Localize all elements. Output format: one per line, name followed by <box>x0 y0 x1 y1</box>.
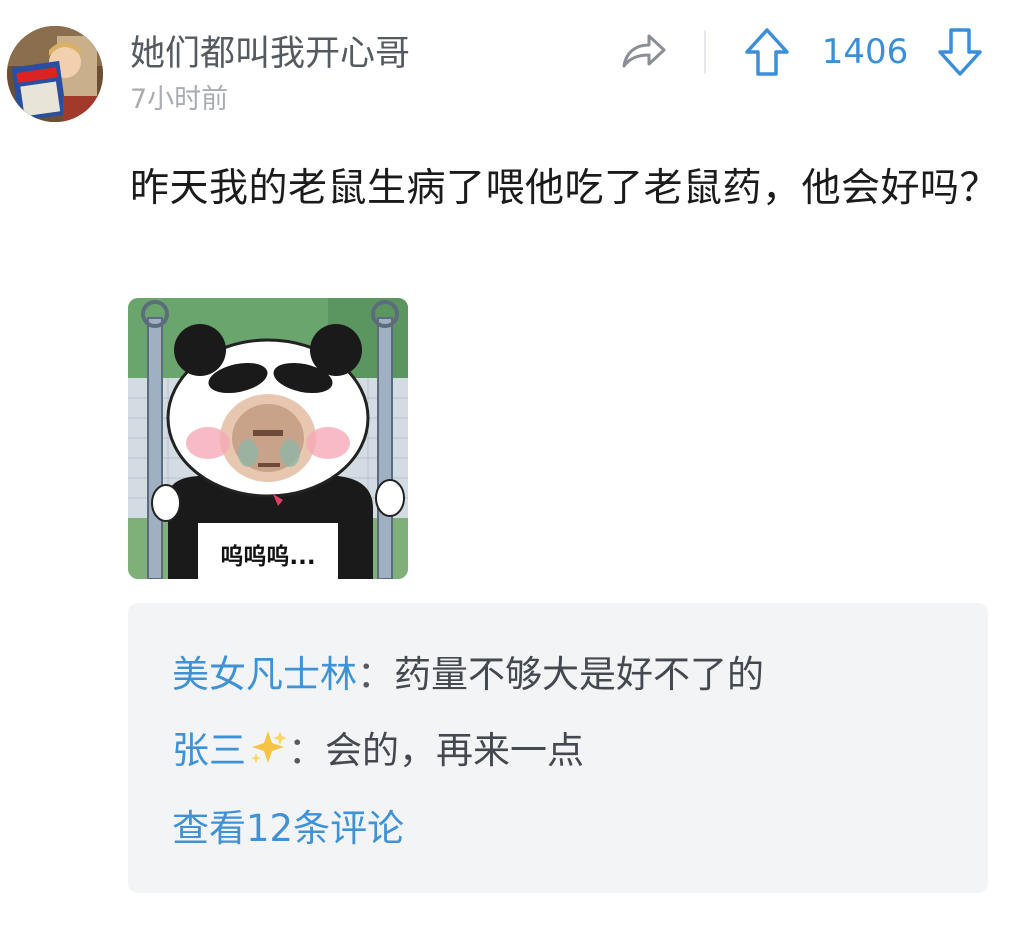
comment-item[interactable]: 张三 ：会的，再来一点 <box>172 727 584 775</box>
avatar[interactable] <box>7 26 103 122</box>
view-all-comments-link[interactable]: 查看12条评论 <box>172 805 404 853</box>
divider <box>704 30 706 74</box>
share-button[interactable] <box>618 26 670 78</box>
comment-preview-box[interactable]: 美女凡士林：药量不够大是好不了的 张三 ：会的，再来一点 查看12条评论 <box>128 603 988 893</box>
post-card: 她们都叫我开心哥 7小时前 1406 昨天我的老鼠生病了喂他吃了老鼠药，他会好吗… <box>0 0 1036 932</box>
vote-count: 1406 <box>821 32 909 72</box>
downvote-button[interactable] <box>934 24 986 80</box>
comment-separator: ： <box>357 653 394 696</box>
arrow-up-icon <box>745 28 789 76</box>
meme-image[interactable]: 呜呜呜... <box>128 298 408 579</box>
comment-separator: ： <box>288 729 325 772</box>
comment-author[interactable]: 张三 <box>172 729 246 772</box>
upvote-button[interactable] <box>741 24 793 80</box>
meme-caption: 呜呜呜... <box>220 544 316 570</box>
share-icon <box>622 34 666 68</box>
avatar-image <box>7 26 103 122</box>
comment-item[interactable]: 美女凡士林：药量不够大是好不了的 <box>172 651 764 699</box>
comment-text: 药量不够大是好不了的 <box>394 653 764 696</box>
comment-author[interactable]: 美女凡士林 <box>172 653 357 696</box>
sparkles-icon <box>251 731 287 763</box>
post-content: 昨天我的老鼠生病了喂他吃了老鼠药，他会好吗？ <box>130 166 1000 211</box>
username[interactable]: 她们都叫我开心哥 <box>130 32 410 76</box>
arrow-down-icon <box>938 28 982 76</box>
comment-text: 会的，再来一点 <box>325 729 584 772</box>
post-time: 7小时前 <box>130 84 229 115</box>
